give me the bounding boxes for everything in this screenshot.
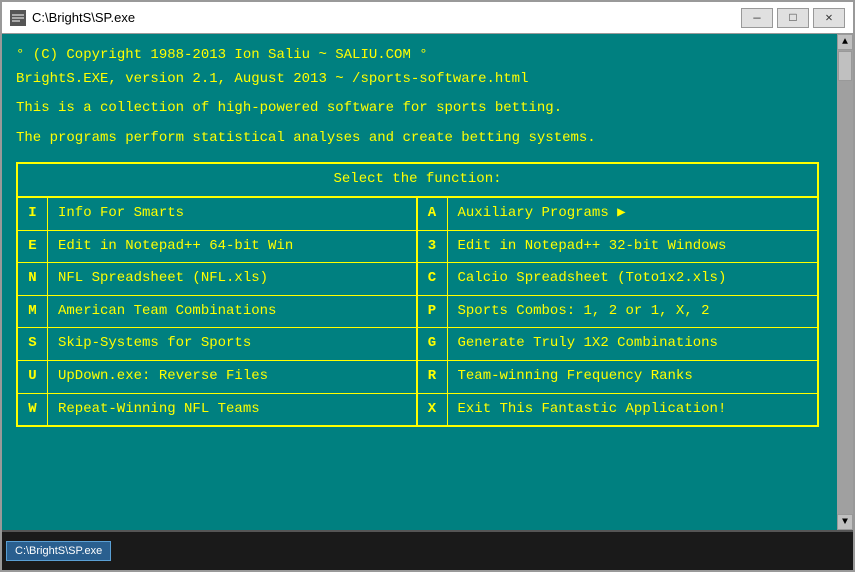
menu-row-left-s[interactable]: SSkip-Systems for Sports — [18, 328, 416, 361]
menu-label-r: Team-winning Frequency Ranks — [448, 361, 703, 393]
info-line2: The programs perform statistical analyse… — [16, 129, 819, 149]
menu-row-left-m[interactable]: MAmerican Team Combinations — [18, 296, 416, 329]
menu-label-a: Auxiliary Programs ▶ — [448, 198, 636, 230]
menu-key-w: W — [18, 394, 48, 426]
menu-label-x: Exit This Fantastic Application! — [448, 394, 737, 426]
menu-grid: IInfo For SmartsEEdit in Notepad++ 64-bi… — [18, 198, 817, 425]
scroll-thumb[interactable] — [838, 51, 852, 81]
menu-label-c: Calcio Spreadsheet (Toto1x2.xls) — [448, 263, 737, 295]
menu-key-3: 3 — [418, 231, 448, 263]
copyright-line2: BrightS.EXE, version 2.1, August 2013 ~ … — [16, 70, 819, 90]
menu-label-e: Edit in Notepad++ 64-bit Win — [48, 231, 303, 263]
menu-key-m: M — [18, 296, 48, 328]
menu-row-left-i[interactable]: IInfo For Smarts — [18, 198, 416, 231]
menu-key-e: E — [18, 231, 48, 263]
taskbar-item[interactable]: C:\BrightS\SP.exe — [6, 541, 111, 561]
window-icon — [10, 10, 26, 26]
menu-right-column: AAuxiliary Programs ▶3Edit in Notepad++ … — [418, 198, 818, 425]
menu-label-s: Skip-Systems for Sports — [48, 328, 261, 360]
menu-row-right-3[interactable]: 3Edit in Notepad++ 32-bit Windows — [418, 231, 818, 264]
menu-label-n: NFL Spreadsheet (NFL.xls) — [48, 263, 278, 295]
console-content: ° (C) Copyright 1988-2013 Ion Saliu ~ SA… — [16, 46, 839, 427]
menu-row-right-a[interactable]: AAuxiliary Programs ▶ — [418, 198, 818, 231]
menu-row-left-e[interactable]: EEdit in Notepad++ 64-bit Win — [18, 231, 416, 264]
menu-key-r: R — [418, 361, 448, 393]
scroll-down-arrow[interactable]: ▼ — [837, 514, 853, 530]
menu-key-n: N — [18, 263, 48, 295]
menu-key-c: C — [418, 263, 448, 295]
info-line1: This is a collection of high-powered sof… — [16, 99, 819, 119]
taskbar: C:\BrightS\SP.exe — [2, 530, 853, 570]
window-title: C:\BrightS\SP.exe — [32, 10, 741, 25]
menu-key-p: P — [418, 296, 448, 328]
menu-row-right-g[interactable]: GGenerate Truly 1X2 Combinations — [418, 328, 818, 361]
scrollbar[interactable]: ▲ ▼ — [837, 34, 853, 530]
copyright-line1: ° (C) Copyright 1988-2013 Ion Saliu ~ SA… — [16, 46, 819, 66]
menu-header: Select the function: — [18, 164, 817, 198]
menu-row-left-w[interactable]: WRepeat-Winning NFL Teams — [18, 394, 416, 426]
menu-label-i: Info For Smarts — [48, 198, 194, 230]
menu-row-left-n[interactable]: NNFL Spreadsheet (NFL.xls) — [18, 263, 416, 296]
close-button[interactable]: ✕ — [813, 8, 845, 28]
menu-key-x: X — [418, 394, 448, 426]
console-area: ° (C) Copyright 1988-2013 Ion Saliu ~ SA… — [2, 34, 853, 530]
minimize-button[interactable]: — — [741, 8, 773, 28]
menu-row-right-x[interactable]: XExit This Fantastic Application! — [418, 394, 818, 426]
menu-key-g: G — [418, 328, 448, 360]
menu-left-column: IInfo For SmartsEEdit in Notepad++ 64-bi… — [18, 198, 418, 425]
menu-table: Select the function: IInfo For SmartsEEd… — [16, 162, 819, 427]
menu-label-u: UpDown.exe: Reverse Files — [48, 361, 278, 393]
menu-label-w: Repeat-Winning NFL Teams — [48, 394, 270, 426]
window-controls: — □ ✕ — [741, 8, 845, 28]
menu-row-left-u[interactable]: UUpDown.exe: Reverse Files — [18, 361, 416, 394]
maximize-button[interactable]: □ — [777, 8, 809, 28]
menu-label-m: American Team Combinations — [48, 296, 286, 328]
menu-key-i: I — [18, 198, 48, 230]
menu-row-right-p[interactable]: PSports Combos: 1, 2 or 1, X, 2 — [418, 296, 818, 329]
main-window: C:\BrightS\SP.exe — □ ✕ ° (C) Copyright … — [0, 0, 855, 572]
menu-label-p: Sports Combos: 1, 2 or 1, X, 2 — [448, 296, 720, 328]
scroll-track — [837, 50, 853, 514]
menu-label-g: Generate Truly 1X2 Combinations — [448, 328, 728, 360]
menu-row-right-r[interactable]: RTeam-winning Frequency Ranks — [418, 361, 818, 394]
menu-key-u: U — [18, 361, 48, 393]
scroll-up-arrow[interactable]: ▲ — [837, 34, 853, 50]
menu-row-right-c[interactable]: CCalcio Spreadsheet (Toto1x2.xls) — [418, 263, 818, 296]
menu-key-s: S — [18, 328, 48, 360]
menu-key-a: A — [418, 198, 448, 230]
menu-label-3: Edit in Notepad++ 32-bit Windows — [448, 231, 737, 263]
title-bar: C:\BrightS\SP.exe — □ ✕ — [2, 2, 853, 34]
